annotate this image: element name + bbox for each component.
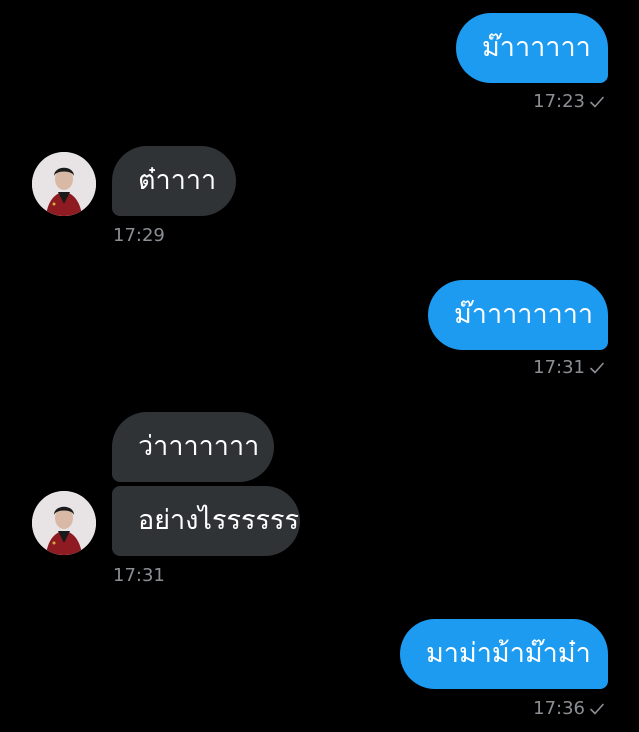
message-bubble-incoming[interactable]: ว่าาาาาาา [112,412,274,482]
avatar[interactable] [32,491,96,555]
message-timestamp: 17:31 [113,565,165,586]
timestamp-text: 17:36 [533,698,585,719]
timestamp-text: 17:23 [533,91,585,112]
message-timestamp: 17:23 [533,91,605,113]
check-icon [590,362,604,374]
timestamp-text: 17:31 [533,357,585,378]
message-timestamp: 17:29 [113,225,165,246]
avatar-image [32,152,96,216]
message-bubble-incoming[interactable]: อย่างไรรรรรร [112,486,300,556]
check-icon [590,96,604,108]
message-bubble-outgoing[interactable]: ม๊าาาาาา [456,13,608,83]
message-timestamp: 17:31 [533,357,605,379]
message-bubble-incoming[interactable]: ต๋าาาา [112,146,236,216]
message-timestamp: 17:36 [533,698,605,720]
avatar[interactable] [32,152,96,216]
check-icon [590,703,604,715]
message-bubble-outgoing[interactable]: มาม่าม้าม๊าม๋า [400,619,608,689]
message-bubble-outgoing[interactable]: ม๊าาาาาาาา [428,280,608,350]
avatar-image [32,491,96,555]
